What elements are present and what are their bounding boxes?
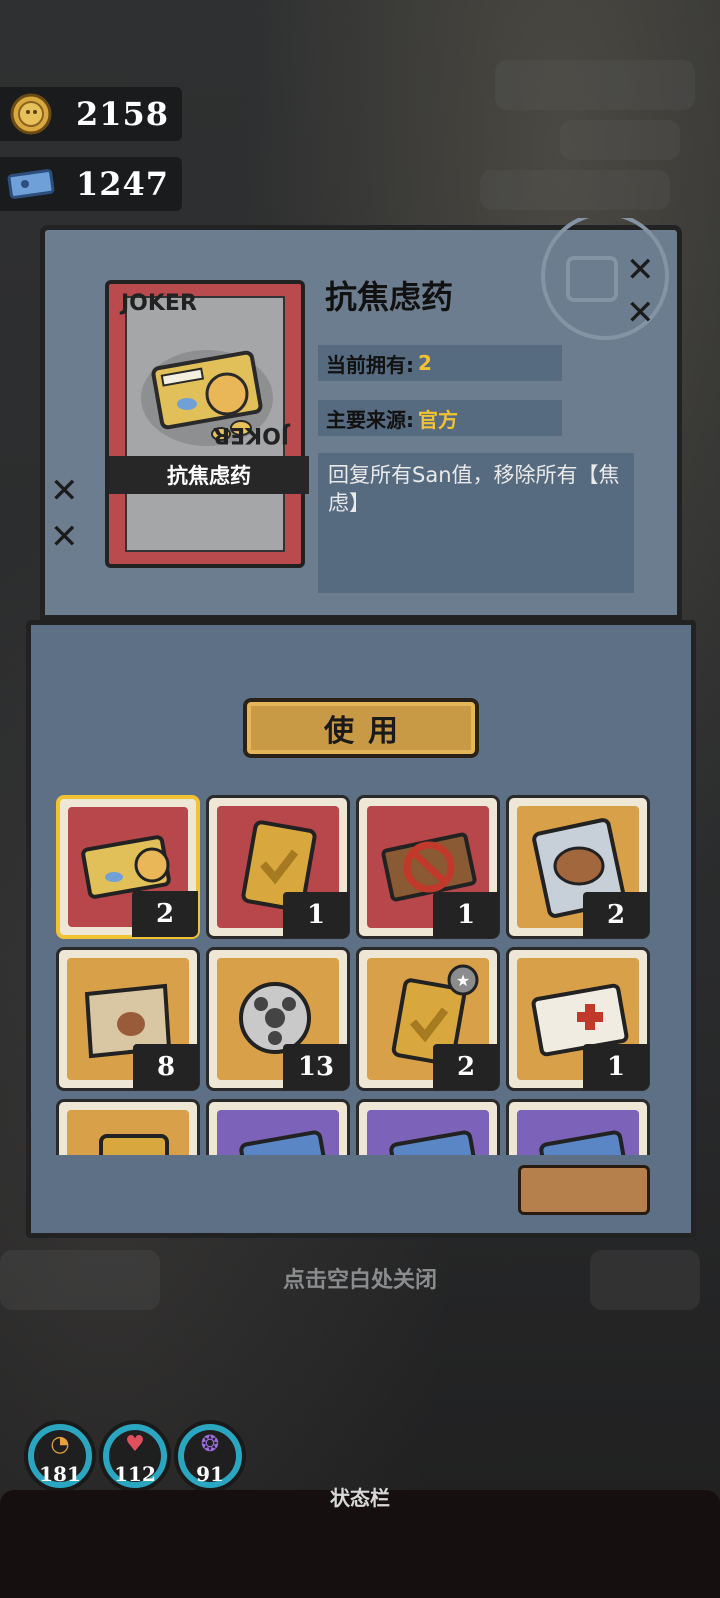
inventory-slot-blue-card[interactable] — [506, 1099, 650, 1155]
inventory-slot-gold-shield-badge[interactable]: 1 — [206, 795, 350, 939]
inventory-grid[interactable]: 2 1 1 2 8 13 ★ 2 1 — [56, 795, 666, 1155]
inventory-slot-film-reel[interactable]: 13 — [206, 947, 350, 1091]
ticket-icon — [6, 163, 56, 205]
item-description: 回复所有San值，移除所有【焦虑】 — [318, 453, 634, 593]
joker-text-bottom: JOKER — [213, 422, 289, 447]
inventory-slot-gold-card[interactable] — [56, 1099, 200, 1155]
brain-icon: ❂ — [200, 1432, 220, 1457]
use-button[interactable]: 使用 — [243, 698, 479, 758]
inventory-slot-banned-ticket[interactable]: 1 — [356, 795, 500, 939]
owned-row: 当前拥有: 2 — [318, 345, 562, 381]
item-card: JOKER JOKER 抗焦虑药 — [105, 280, 309, 568]
heart-icon: ♥ — [125, 1432, 145, 1457]
blue-card-icon — [239, 1130, 331, 1155]
item-title: 抗焦虑药 — [325, 278, 454, 316]
svg-text:★: ★ — [456, 971, 470, 990]
blue-card-icon — [539, 1130, 631, 1155]
bg-blur-right — [560, 120, 680, 160]
bg-blur-top-right — [495, 60, 695, 110]
inventory-slot-medical-card[interactable]: 1 — [506, 947, 650, 1091]
item-count-badge: 2 — [583, 892, 649, 938]
cross-mark: ✕ — [50, 517, 79, 557]
item-count-badge: 8 — [133, 1044, 199, 1090]
coin-counter: 2158 — [0, 87, 182, 141]
status-bar-label: 状态栏 — [330, 1486, 390, 1510]
hunger-icon: ◔ — [50, 1432, 70, 1457]
card-label: 抗焦虑药 — [109, 456, 309, 494]
gold-card-icon — [99, 1134, 169, 1155]
source-value: 官方 — [418, 407, 458, 432]
item-count-badge: 2 — [132, 891, 198, 937]
ticket-counter: 1247 — [0, 157, 182, 211]
cross-mark: ✕ — [50, 471, 79, 511]
cross-mark: ✕ — [626, 250, 655, 290]
source-label: 主要来源: — [326, 407, 414, 432]
inventory-slot-capybara-pack[interactable]: 2 — [506, 795, 650, 939]
coin-amount: 2158 — [76, 95, 170, 133]
inventory-slot-star-shield-badge[interactable]: ★ 2 — [356, 947, 500, 1091]
inventory-slot-blue-card[interactable] — [356, 1099, 500, 1155]
blue-card-icon — [389, 1130, 481, 1155]
ticket-amount: 1247 — [76, 165, 170, 203]
item-count-badge: 13 — [283, 1044, 349, 1090]
inventory-slot-treasure-map[interactable]: 8 — [56, 947, 200, 1091]
item-count-badge: 1 — [583, 1044, 649, 1090]
owned-value: 2 — [418, 351, 432, 375]
source-row: 主要来源: 官方 — [318, 400, 562, 436]
close-hint: 点击空白处关闭 — [282, 1268, 437, 1293]
item-count-badge: 2 — [433, 1044, 499, 1090]
wooden-sign — [518, 1165, 650, 1215]
panel-decoration — [541, 218, 669, 340]
inventory-slot-blue-card[interactable] — [206, 1099, 350, 1155]
item-count-badge: 1 — [283, 892, 349, 938]
bg-blur-banner — [480, 170, 670, 210]
use-button-label: 使用 — [324, 714, 412, 749]
item-count-badge: 1 — [433, 892, 499, 938]
joker-text-top: JOKER — [121, 292, 197, 316]
inventory-slot-anxiety-pills[interactable]: 2 — [56, 795, 200, 939]
cross-mark: ✕ — [626, 293, 655, 333]
owned-label: 当前拥有: — [326, 352, 414, 377]
coin-icon — [6, 93, 56, 135]
